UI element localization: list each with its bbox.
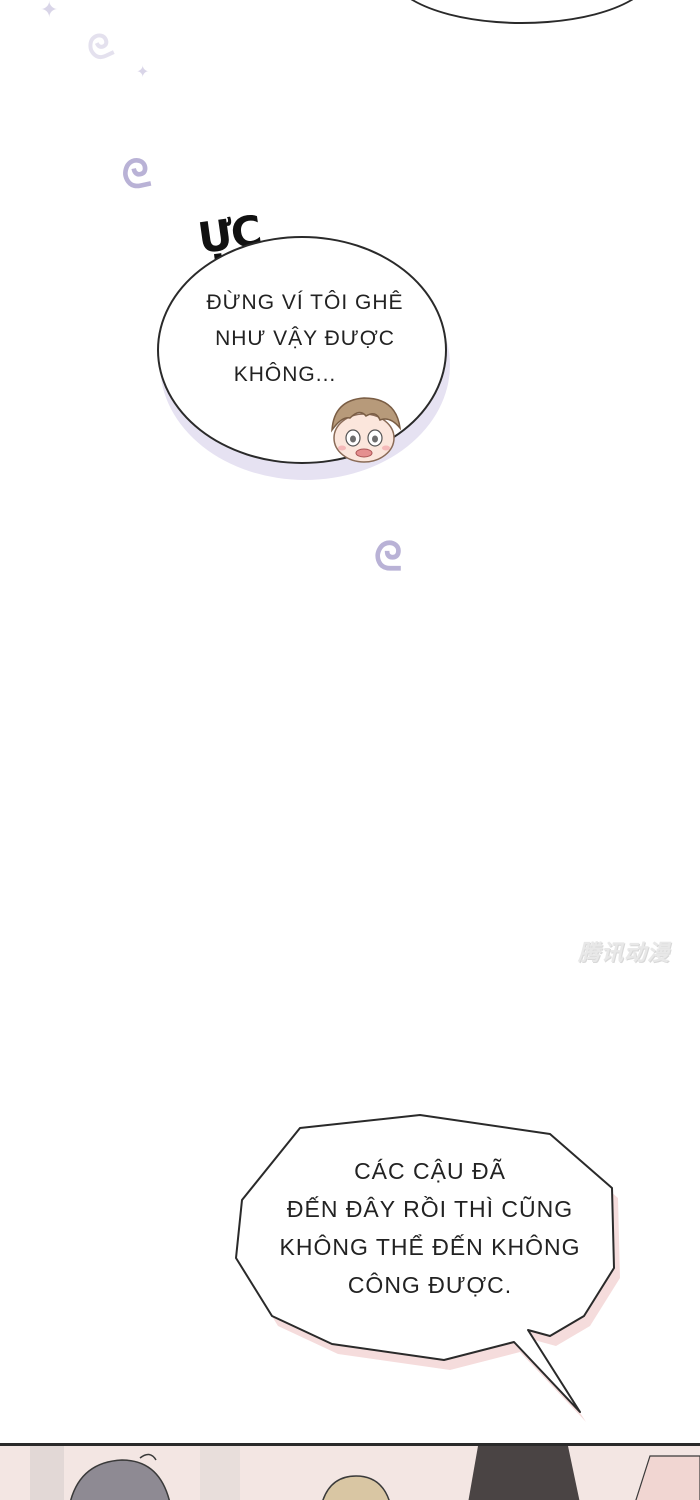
speech-bubble-text: ĐỪNG VÍ TÔI GHÊ NHƯ VẬY ĐƯỢC KHÔNG...: [185, 285, 425, 393]
speech-line: NHƯ VẬY ĐƯỢC: [215, 327, 395, 350]
chibi-face-icon: [331, 397, 402, 463]
speech-bubble-text: CÁC CẬU ĐÃ ĐẾN ĐÂY RỒI THÌ CŨNG KHÔNG TH…: [250, 1152, 610, 1304]
speech-line: ĐẾN ĐÂY RỒI THÌ CŨNG: [286, 1196, 574, 1222]
speech-line: CÔNG ĐƯỢC.: [347, 1272, 513, 1298]
spiral-deco-icon: ᘓ: [374, 534, 403, 580]
speech-line: ĐỪNG VÍ TÔI GHÊ: [206, 291, 404, 314]
spiral-deco-icon: ᘓ: [80, 24, 120, 72]
speech-line: CÁC CẬU ĐÃ: [354, 1158, 506, 1184]
spiral-deco-icon: ᘓ: [117, 149, 155, 201]
comic-page: ✦ ᘓ ✦ ᘓ ᘓ ỰC ĐỪNG VÍ TÔI GHÊ NHƯ VẬY ĐƯỢ…: [0, 0, 700, 1500]
publisher-watermark: 腾讯动漫: [578, 941, 671, 966]
panel-illustration: [0, 1446, 700, 1500]
next-panel: [0, 1443, 700, 1500]
sparkle-icon: ✦: [136, 62, 150, 81]
sparkle-icon: ✦: [40, 0, 59, 23]
top-speech-bubble-edge: [390, 0, 654, 24]
speech-line: KHÔNG...: [233, 363, 337, 386]
speech-line: KHÔNG THỂ ĐẾN KHÔNG: [279, 1234, 581, 1260]
